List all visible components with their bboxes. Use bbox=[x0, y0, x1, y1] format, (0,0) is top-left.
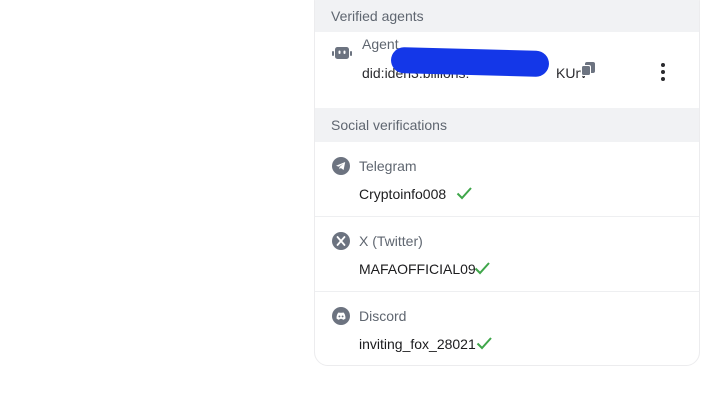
agent-title: Agent bbox=[362, 36, 399, 52]
discord-title: Discord bbox=[359, 308, 407, 324]
robot-icon bbox=[332, 47, 352, 59]
more-options-icon[interactable] bbox=[655, 61, 671, 83]
verified-agents-header-label: Verified agents bbox=[331, 7, 424, 24]
x-twitter-icon bbox=[332, 232, 350, 250]
x-twitter-handle: MAFAOFFICIAL09 bbox=[359, 261, 476, 277]
copy-icon[interactable] bbox=[580, 61, 596, 77]
verified-agents-header: Verified agents bbox=[315, 0, 699, 32]
telegram-title: Telegram bbox=[359, 158, 417, 174]
social-verifications-header: Social verifications bbox=[315, 108, 699, 142]
discord-icon bbox=[332, 307, 350, 325]
telegram-handle: Cryptoinfo008 bbox=[359, 186, 447, 202]
discord-handle: inviting_fox_28021 bbox=[359, 336, 476, 352]
social-verifications-header-label: Social verifications bbox=[331, 117, 447, 133]
redaction-mark bbox=[390, 46, 550, 78]
social-item-telegram: Telegram Cryptoinfo008 bbox=[315, 142, 699, 217]
check-icon bbox=[476, 337, 492, 350]
check-icon bbox=[456, 187, 472, 200]
telegram-icon bbox=[332, 157, 350, 175]
check-icon bbox=[474, 262, 490, 275]
verification-card: Verified agents Agent did:iden3:billions… bbox=[314, 0, 700, 366]
social-item-discord: Discord inviting_fox_28021 bbox=[315, 292, 699, 365]
x-twitter-title: X (Twitter) bbox=[359, 233, 423, 249]
social-item-x-twitter: X (Twitter) MAFAOFFICIAL09 bbox=[315, 217, 699, 292]
